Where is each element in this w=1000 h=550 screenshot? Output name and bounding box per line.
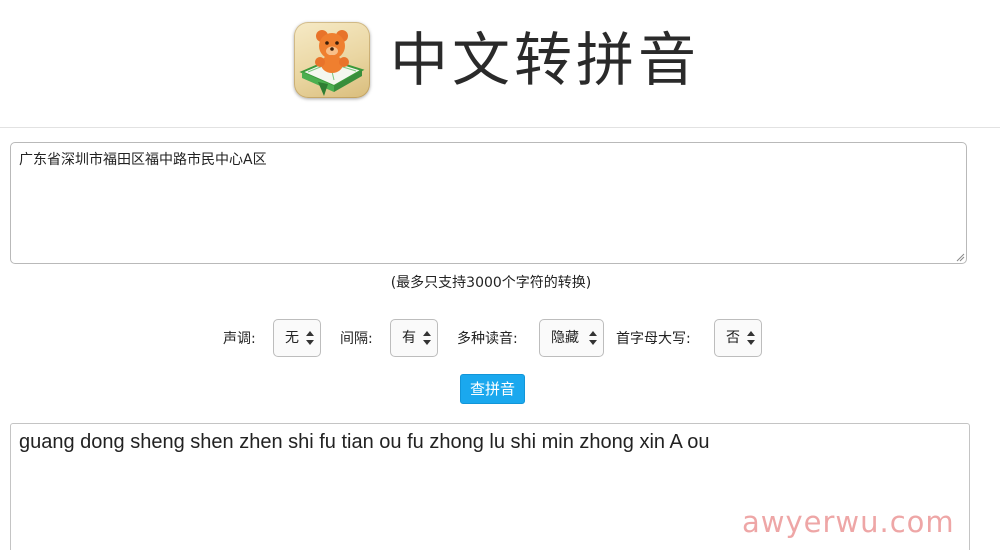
resize-grip-icon[interactable] bbox=[955, 252, 965, 262]
capital-select-value: 否 bbox=[726, 330, 740, 346]
tone-select[interactable]: 无 bbox=[273, 319, 321, 357]
tone-select-value: 无 bbox=[285, 330, 299, 346]
chinese-text-input[interactable]: 广东省深圳市福田区福中路市民中心A区 bbox=[10, 142, 967, 264]
query-pinyin-button[interactable]: 查拼音 bbox=[460, 374, 525, 404]
capital-label: 首字母大写: bbox=[616, 331, 691, 347]
spacing-label: 间隔: bbox=[340, 331, 373, 347]
multi-reading-select-value: 隐藏 bbox=[551, 330, 579, 346]
page-title: 中文转拼音 bbox=[390, 26, 701, 94]
capital-select[interactable]: 否 bbox=[714, 319, 762, 357]
tone-label: 声调: bbox=[223, 331, 256, 347]
character-limit-note: (最多只支持3000个字符的转换) bbox=[390, 275, 592, 291]
app-logo bbox=[294, 22, 370, 98]
multi-reading-label: 多种读音: bbox=[457, 331, 518, 347]
spacing-select-value: 有 bbox=[402, 330, 416, 346]
watermark: awyerwu.com bbox=[742, 505, 955, 539]
header: 中文转拼音 bbox=[0, 0, 1000, 128]
select-arrows-icon bbox=[423, 331, 431, 345]
multi-reading-select[interactable]: 隐藏 bbox=[539, 319, 604, 357]
teddy-bear-on-book-icon bbox=[299, 30, 365, 96]
select-arrows-icon bbox=[306, 331, 314, 345]
select-arrows-icon bbox=[589, 331, 597, 345]
select-arrows-icon bbox=[747, 331, 755, 345]
spacing-select[interactable]: 有 bbox=[390, 319, 438, 357]
page: 中文转拼音 广东省深圳市福田区福中路市民中心A区 (最多只支持3000个字符的转… bbox=[0, 0, 1000, 550]
